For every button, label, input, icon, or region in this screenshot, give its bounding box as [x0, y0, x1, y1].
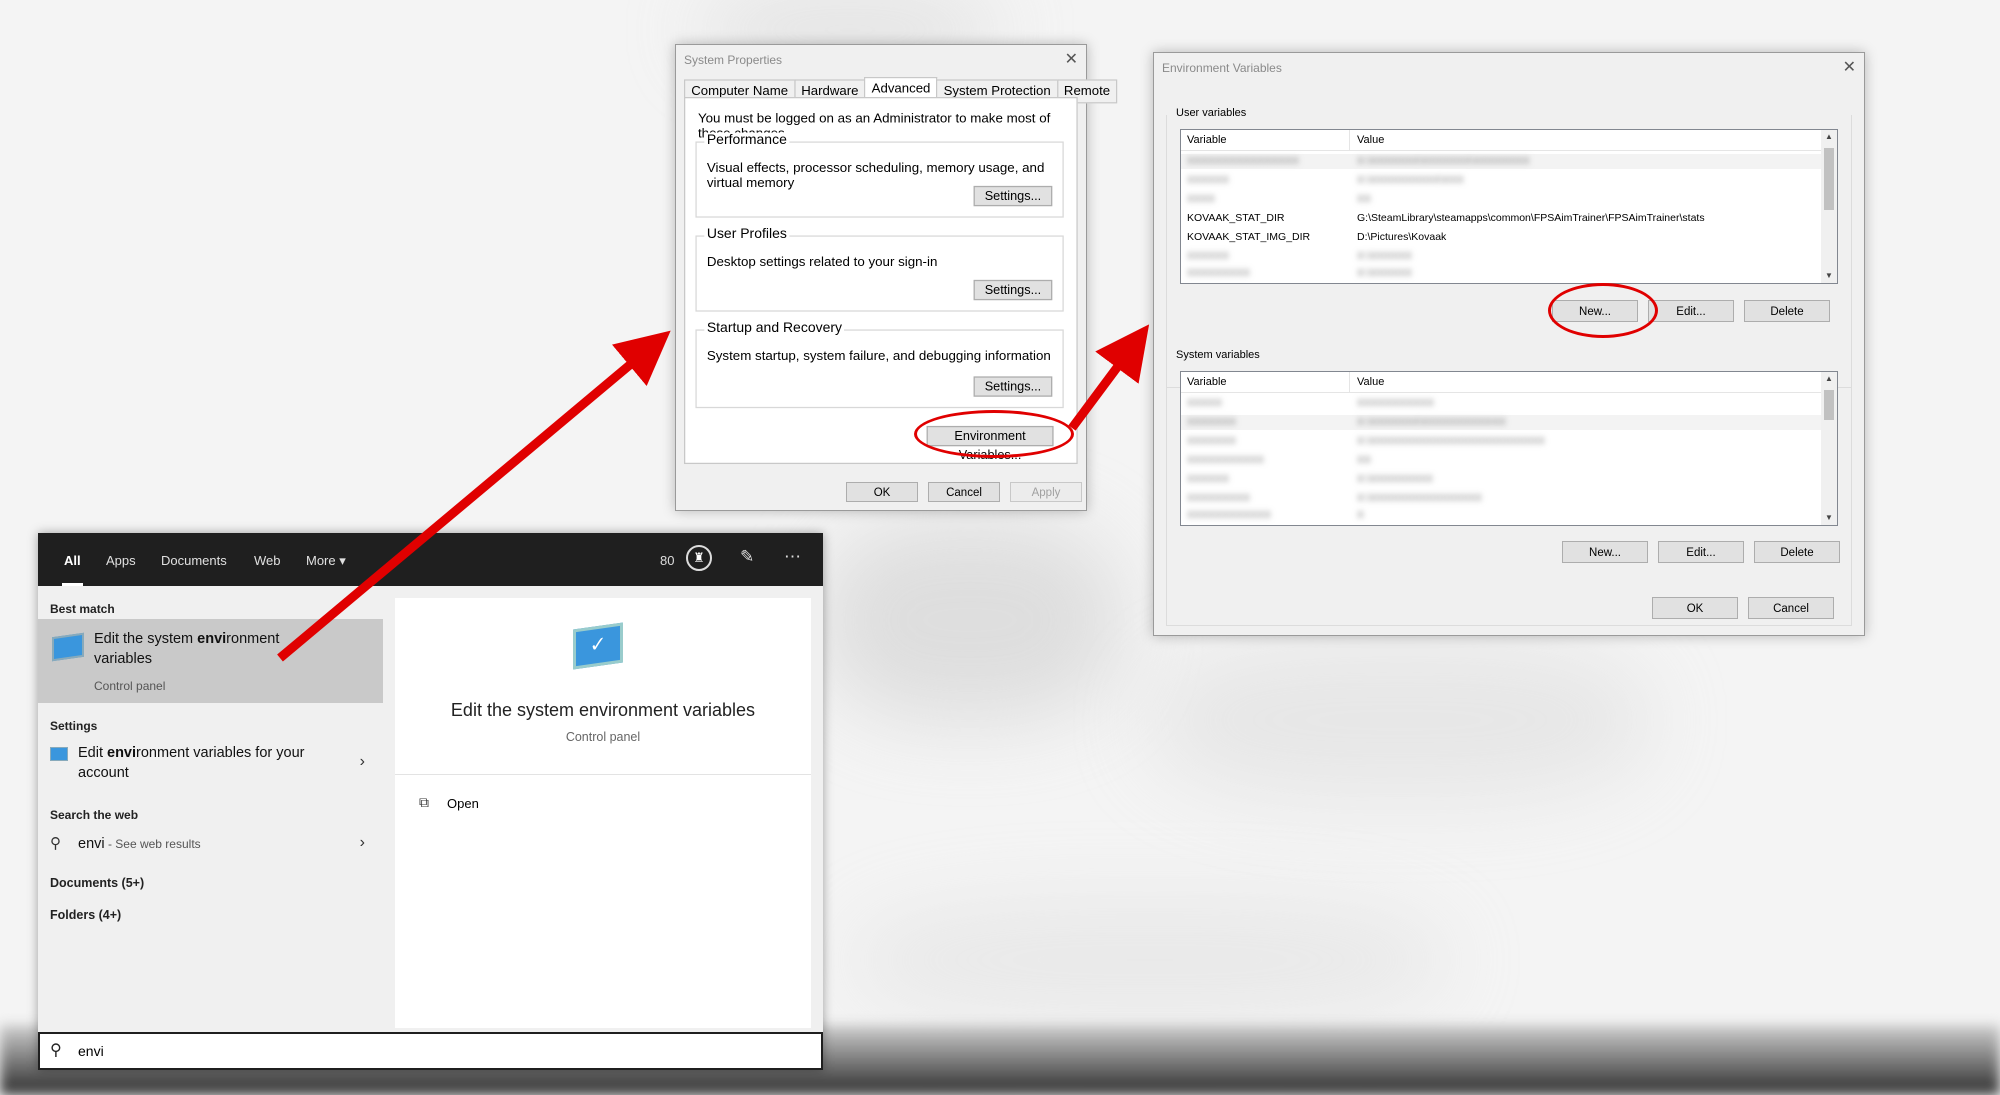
start-search-panel: All Apps Documents Web More ▾ 80 ♜ ✎ ⋯ B…: [38, 533, 823, 1070]
folders-result[interactable]: Folders (4+): [50, 908, 121, 922]
monitor-icon: [52, 632, 84, 662]
settings-item[interactable]: Edit environment variables for your acco…: [38, 741, 383, 791]
scroll-up-icon[interactable]: ▲: [1821, 130, 1837, 144]
performance-group: Performance Visual effects, processor sc…: [695, 132, 1064, 218]
monitor-checkmark-icon: ✓: [573, 622, 623, 670]
window-title: Environment Variables: [1162, 61, 1282, 75]
user-profiles-desc: Desktop settings related to your sign-in: [706, 254, 938, 270]
open-icon: ⧉: [419, 794, 429, 810]
scroll-down-icon[interactable]: ▼: [1821, 511, 1837, 525]
environment-variables-window: Environment Variables ✕ User variables V…: [1153, 52, 1865, 636]
settings-header: Settings: [50, 719, 98, 733]
table-row[interactable]: XXXXXXX X:\XXXXXXX\XXXXXXXXXXXX: [1181, 415, 1821, 430]
system-edit-button[interactable]: Edit...: [1658, 541, 1744, 563]
table-row[interactable]: XXXX XX: [1181, 192, 1821, 207]
preview-sub: Control panel: [565, 730, 641, 744]
startup-settings-button[interactable]: Settings...: [973, 376, 1053, 397]
table-row[interactable]: XXXXX XXXXXXXXXXX: [1181, 396, 1821, 411]
user-profiles-label: User Profiles: [704, 226, 790, 242]
scroll-down-icon[interactable]: ▼: [1821, 269, 1837, 283]
cancel-button[interactable]: Cancel: [1748, 597, 1834, 619]
rewards-trophy-icon[interactable]: ♜: [686, 545, 712, 571]
user-profiles-settings-button[interactable]: Settings...: [973, 279, 1053, 301]
highlight-environment-variables-button: [914, 410, 1074, 458]
cancel-button[interactable]: Cancel: [928, 482, 1000, 502]
best-match-item[interactable]: Edit the system environment variables Co…: [38, 619, 383, 703]
caret-down-icon: ▾: [339, 553, 346, 568]
tab-documents[interactable]: Documents: [161, 553, 227, 568]
list-header: Variable Value: [1181, 130, 1821, 151]
close-icon[interactable]: ✕: [1843, 57, 1856, 77]
close-icon[interactable]: ✕: [1065, 49, 1078, 69]
performance-label: Performance: [704, 132, 790, 148]
preview-title: Edit the system environment variables: [450, 700, 756, 720]
web-query: envi - See web results: [78, 836, 201, 852]
advanced-panel: You must be logged on as an Administrato…: [684, 97, 1078, 465]
table-row[interactable]: XXXXXXXXX X:\XXXXXXXXXXXXXXXX: [1181, 491, 1821, 506]
rewards-points: 80: [660, 553, 675, 568]
table-row[interactable]: KOVAAK_STAT_DIR G:\SteamLibrary\steamapp…: [1181, 211, 1821, 226]
user-delete-button[interactable]: Delete: [1744, 300, 1830, 322]
search-icon: ⚲: [50, 1042, 62, 1059]
more-options-icon[interactable]: ⋯: [784, 547, 801, 567]
startup-recovery-label: Startup and Recovery: [704, 320, 845, 336]
user-variables-list[interactable]: Variable Value XXXXXXXXXXXXXXXX X:\XXXXXX…: [1180, 129, 1838, 284]
search-tab-bar: All Apps Documents Web More ▾ 80 ♜ ✎ ⋯: [38, 533, 823, 586]
col-value: Value: [1357, 376, 1385, 388]
preview-pane: ✓ Edit the system environment variables …: [395, 598, 811, 1028]
tab-apps[interactable]: Apps: [106, 553, 136, 568]
search-query: envi: [78, 1043, 104, 1059]
user-profiles-group: User Profiles Desktop settings related t…: [695, 226, 1064, 312]
scroll-up-icon[interactable]: ▲: [1821, 372, 1837, 386]
user-edit-button[interactable]: Edit...: [1648, 300, 1734, 322]
window-title: System Properties: [684, 53, 783, 67]
chevron-right-icon: ›: [359, 753, 365, 770]
table-row[interactable]: KOVAAK_STAT_IMG_DIR D:\Pictures\Kovaak: [1181, 230, 1821, 245]
open-action[interactable]: ⧉ Open: [419, 794, 539, 816]
table-row[interactable]: XXXXXXXXXXXXX: [1181, 453, 1821, 468]
web-search-item[interactable]: ⚲ envi - See web results ›: [38, 830, 383, 860]
table-row[interactable]: XXXXXX X:\XXXXXXXXXX\XXX: [1181, 173, 1821, 188]
performance-settings-button[interactable]: Settings...: [973, 185, 1053, 207]
apply-button[interactable]: Apply: [1010, 482, 1082, 502]
scrollbar[interactable]: ▲ ▼: [1821, 372, 1837, 525]
highlight-new-button: [1548, 283, 1658, 338]
table-row[interactable]: XXXXXXXXXXXXXXXX X:\XXXXXXX\XXXXXXX\XXXXX…: [1181, 154, 1821, 169]
ok-button[interactable]: OK: [846, 482, 918, 502]
settings-item-title: Edit environment variables for your acco…: [78, 745, 305, 781]
list-header: Variable Value: [1181, 372, 1821, 393]
tab-web[interactable]: Web: [254, 553, 281, 568]
search-icon: ⚲: [50, 835, 61, 852]
scroll-thumb[interactable]: [1824, 390, 1834, 420]
tab-more[interactable]: More ▾: [306, 553, 346, 569]
tab-all[interactable]: All: [62, 553, 83, 586]
table-row[interactable]: XXXXXXXXX X:\XXXXXX: [1181, 266, 1821, 281]
search-input[interactable]: ⚲ envi: [38, 1032, 823, 1070]
startup-recovery-desc: System startup, system failure, and debu…: [706, 348, 1051, 364]
startup-recovery-group: Startup and Recovery System startup, sys…: [695, 320, 1064, 409]
best-match-title: Edit the system environment variables: [94, 631, 280, 667]
system-new-button[interactable]: New...: [1562, 541, 1648, 563]
table-row[interactable]: XXXXXXXXXXXXX: [1181, 508, 1821, 523]
best-match-header: Best match: [50, 602, 115, 616]
feedback-icon[interactable]: ✎: [740, 547, 754, 567]
scroll-thumb[interactable]: [1824, 148, 1834, 210]
divider: [395, 774, 811, 775]
col-variable: Variable: [1187, 134, 1227, 146]
settings-monitor-icon: [50, 747, 68, 761]
results-list: Best match Edit the system environment v…: [38, 586, 383, 1026]
system-delete-button[interactable]: Delete: [1754, 541, 1840, 563]
col-variable: Variable: [1187, 376, 1227, 388]
ok-button[interactable]: OK: [1652, 597, 1738, 619]
documents-result[interactable]: Documents (5+): [50, 876, 144, 890]
chevron-right-icon: ›: [359, 834, 365, 851]
web-header: Search the web: [50, 808, 139, 822]
scrollbar[interactable]: ▲ ▼: [1821, 130, 1837, 283]
system-variables-list[interactable]: Variable Value XXXXX XXXXXXXXXXX XXXXXXX X…: [1180, 371, 1838, 526]
table-row[interactable]: XXXXXXX X:\XXXXXXXXXXXXXXXXXXXXXXXXX: [1181, 434, 1821, 449]
table-row[interactable]: XXXXXX X:\XXXXXX: [1181, 249, 1821, 264]
table-row[interactable]: XXXXXX X:\XXXXXXXXX: [1181, 472, 1821, 487]
best-match-sub: Control panel: [94, 679, 166, 693]
col-value: Value: [1357, 134, 1385, 146]
